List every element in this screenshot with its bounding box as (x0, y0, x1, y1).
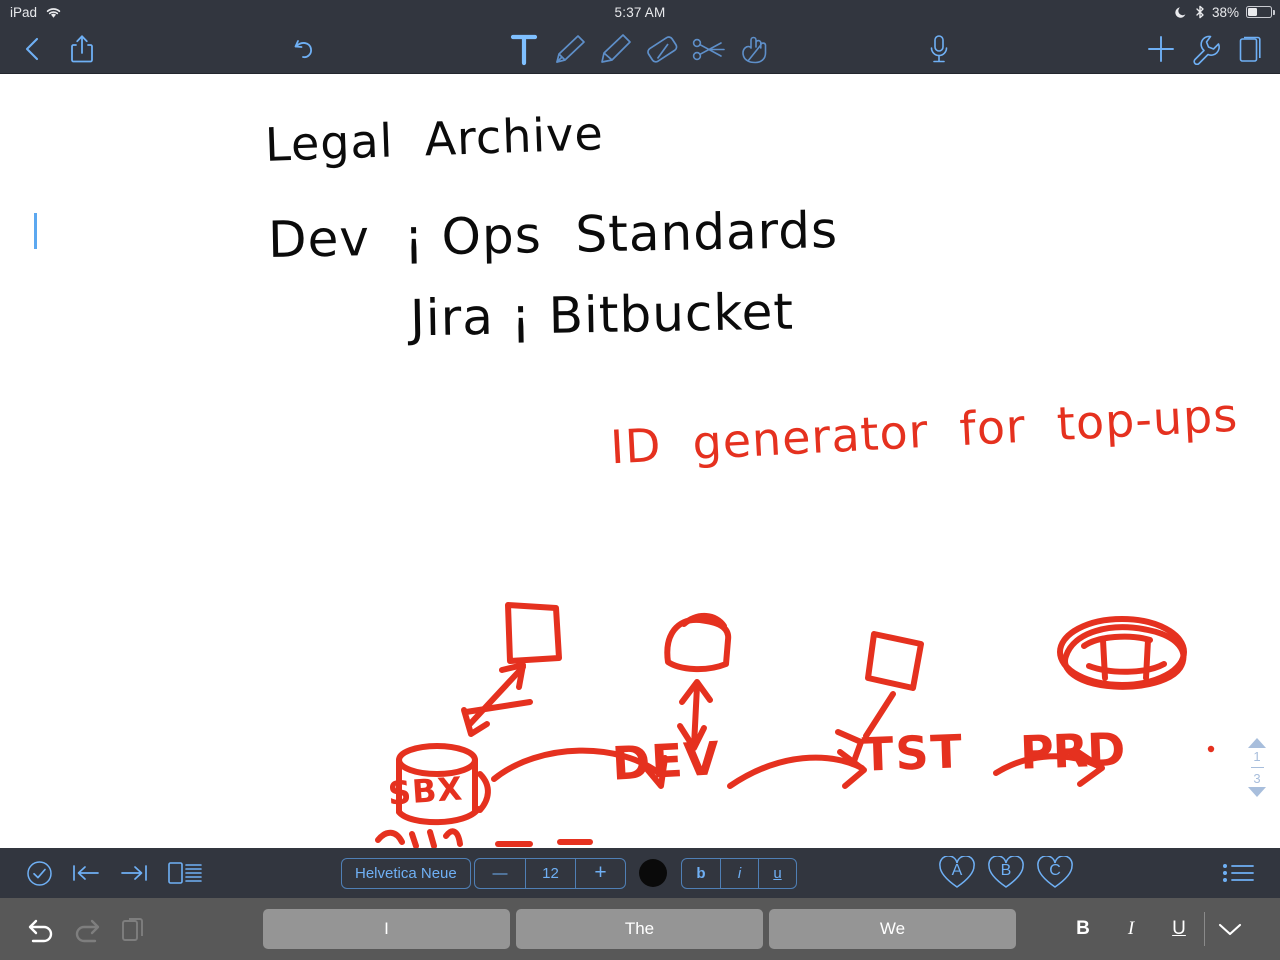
keyboard-accessory-bar: I The We B I U (0, 898, 1280, 960)
keyboard-underline-button[interactable]: U (1156, 898, 1202, 960)
font-size-decrease-button[interactable]: — (475, 859, 525, 888)
text-tool[interactable] (503, 24, 545, 74)
chevron-left-icon (21, 35, 43, 63)
outdent-icon[interactable] (71, 862, 101, 884)
pen-tool[interactable] (549, 24, 591, 74)
pages-button[interactable] (1230, 24, 1272, 74)
current-page: 1 (1253, 749, 1261, 764)
underline-button[interactable]: u (758, 858, 796, 888)
bold-button[interactable]: b (682, 859, 720, 888)
text-t-icon (508, 32, 540, 66)
diagram-label: PRD (1019, 722, 1126, 780)
diagram-label: DEV (610, 731, 722, 791)
eraser-icon (643, 30, 681, 68)
font-size-pill: — 12 + (474, 857, 626, 889)
status-bar-right: 38% (1175, 4, 1275, 20)
triangle-up-icon[interactable] (1248, 738, 1266, 748)
keyboard-paste-button[interactable] (110, 898, 156, 960)
undo-button[interactable] (282, 24, 326, 74)
microphone-icon (926, 33, 952, 65)
hand-tool[interactable] (733, 24, 775, 74)
text-style-group: b i u (681, 857, 797, 889)
diagram-label: TST (861, 724, 965, 782)
page-navigator[interactable]: 1 3 (1244, 738, 1270, 798)
style-preset-c[interactable]: C (1036, 856, 1074, 890)
keyboard-italic-button[interactable]: I (1108, 898, 1154, 960)
scissors-icon (691, 32, 727, 66)
style-preset-c-label: C (1049, 862, 1061, 879)
text-wrap-icon[interactable] (167, 860, 203, 886)
pages-icon (1237, 33, 1265, 65)
font-name-pill[interactable]: Helvetica Neue (341, 857, 471, 889)
chevron-down-icon (1217, 920, 1243, 938)
text-color-swatch[interactable] (639, 859, 667, 887)
battery-icon (1246, 6, 1275, 18)
suggestion-the[interactable]: The (516, 909, 763, 949)
scissors-tool[interactable] (688, 24, 730, 74)
eraser-tool[interactable] (641, 24, 683, 74)
redo-icon (72, 915, 102, 943)
style-preset-a[interactable]: A (938, 856, 976, 890)
bullet-list-icon[interactable] (1222, 861, 1256, 885)
style-presets-group: A B C (938, 856, 1074, 890)
total-pages: 3 (1253, 771, 1261, 787)
indent-icon[interactable] (119, 862, 149, 884)
font-size-stepper: — 12 + (474, 857, 626, 889)
share-button[interactable] (60, 24, 104, 74)
style-preset-b[interactable]: B (987, 856, 1025, 890)
bold-italic-underline-pill: b i u (681, 857, 797, 889)
page-divider (1250, 767, 1264, 769)
color-swatch-black[interactable] (639, 859, 667, 887)
keyboard-redo-button[interactable] (64, 898, 110, 960)
keyboard-bold-button[interactable]: B (1060, 898, 1106, 960)
note-app-screen: iPad 5:37 AM 38% Legal Archive Dev ¡ Ops… (0, 0, 1280, 960)
keyboard-collapse-button[interactable] (1207, 898, 1253, 960)
highlighter-tool[interactable] (595, 24, 637, 74)
bluetooth-icon (1195, 5, 1205, 19)
diagram-label: SBX (386, 769, 465, 813)
back-button[interactable] (10, 24, 54, 74)
add-button[interactable] (1140, 24, 1182, 74)
undo-icon (26, 915, 56, 943)
suggestion-we[interactable]: We (769, 909, 1016, 949)
style-preset-b-label: B (1000, 862, 1012, 879)
suggestion-i[interactable]: I (263, 909, 510, 949)
format-toolbar: Helvetica Neue — 12 + b i u A B C (0, 848, 1280, 898)
font-name-label[interactable]: Helvetica Neue (342, 859, 470, 888)
keyboard-divider (1204, 912, 1205, 946)
keyboard-format-group: B I U (1060, 898, 1253, 960)
note-canvas[interactable]: Legal Archive Dev ¡ Ops Standards Jira ¡… (0, 74, 1280, 848)
status-bar: iPad 5:37 AM 38% (0, 0, 1280, 24)
paste-icon (120, 915, 146, 943)
hand-icon (736, 31, 772, 67)
list-options-button[interactable] (1222, 861, 1256, 885)
wrench-icon (1190, 33, 1222, 65)
font-size-value[interactable]: 12 (525, 858, 575, 888)
settings-button[interactable] (1185, 24, 1227, 74)
format-left-group (26, 860, 203, 887)
font-name-field[interactable]: Helvetica Neue (341, 857, 471, 889)
italic-button[interactable]: i (720, 858, 758, 888)
check-circle-icon[interactable] (26, 860, 53, 887)
top-toolbar (0, 24, 1280, 74)
status-bar-clock: 5:37 AM (614, 4, 666, 20)
moon-icon (1175, 6, 1188, 19)
highlighter-icon (597, 30, 635, 68)
plus-icon (1146, 34, 1176, 64)
share-icon (69, 33, 95, 65)
font-size-increase-button[interactable]: + (575, 858, 625, 888)
undo-icon (290, 35, 318, 63)
triangle-down-icon[interactable] (1248, 787, 1266, 798)
battery-percent: 38% (1211, 4, 1239, 20)
style-preset-a-label: A (951, 862, 963, 879)
microphone-button[interactable] (917, 24, 961, 74)
pen-icon (551, 30, 589, 68)
keyboard-undo-button[interactable] (18, 898, 64, 960)
